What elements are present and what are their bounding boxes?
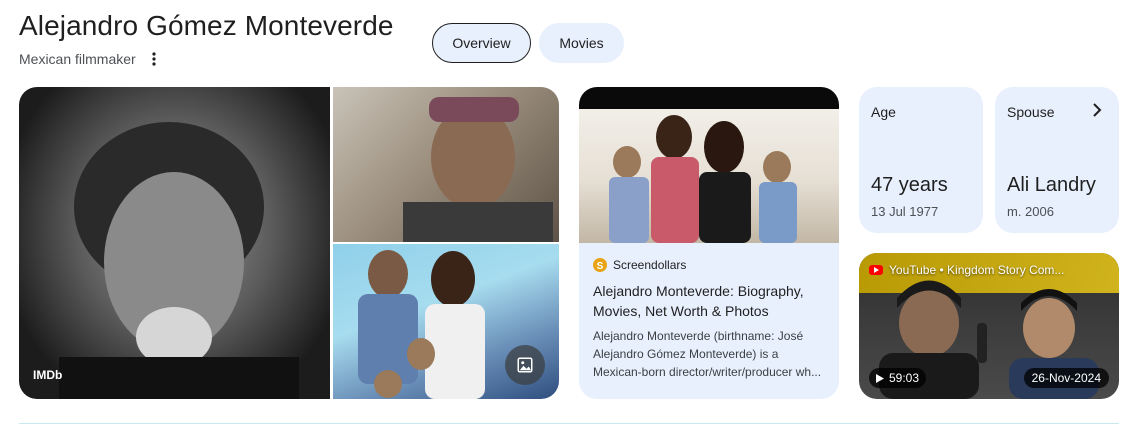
- video-date-badge: 26-Nov-2024: [1023, 368, 1109, 388]
- image-gallery-button[interactable]: [505, 345, 545, 385]
- marriage-year: m. 2006: [1007, 204, 1054, 219]
- section-divider: [19, 423, 1119, 424]
- chevron-right-icon[interactable]: [1091, 102, 1103, 118]
- age-value: 47 years: [871, 174, 948, 196]
- video-card[interactable]: YouTube • Kingdom Story Com... 59:03 26-…: [859, 253, 1119, 399]
- screendollars-icon: S: [593, 258, 607, 272]
- image-source-label: IMDb: [33, 368, 63, 382]
- entity-description: Mexican filmmaker: [19, 51, 136, 67]
- secondary-photo-bottom[interactable]: [333, 244, 559, 399]
- secondary-photo-top[interactable]: [333, 87, 559, 242]
- video-source: YouTube • Kingdom Story Com...: [889, 263, 1065, 277]
- age-fact-card[interactable]: Age 47 years 13 Jul 1977: [859, 87, 983, 233]
- spouse-fact-card[interactable]: Spouse Ali Landry m. 2006: [995, 87, 1119, 233]
- play-icon: [876, 373, 884, 383]
- article-photo: [609, 115, 797, 243]
- age-label: Age: [871, 104, 896, 120]
- more-vert-icon[interactable]: [146, 50, 162, 68]
- spouse-value: Ali Landry: [1007, 174, 1096, 196]
- tab-movies[interactable]: Movies: [539, 23, 624, 63]
- video-duration-badge: 59:03: [869, 368, 927, 388]
- article-source-name: Screendollars: [613, 258, 687, 272]
- article-thumbnail: [579, 87, 839, 243]
- portrait-silhouette: [59, 122, 299, 399]
- article-title[interactable]: Alejandro Monteverde: Biography, Movies,…: [593, 281, 829, 321]
- tab-overview[interactable]: Overview: [432, 23, 531, 63]
- youtube-icon: [869, 265, 883, 275]
- knowledge-panel-title: Alejandro Gómez Monteverde: [19, 10, 394, 41]
- article-snippet: Alejandro Monteverde (birthname: José Al…: [593, 329, 822, 379]
- video-source-row: YouTube • Kingdom Story Com...: [869, 263, 1064, 277]
- spouse-label: Spouse: [1007, 104, 1055, 120]
- article-source: S Screendollars: [593, 258, 686, 272]
- birth-date: 13 Jul 1977: [871, 204, 939, 219]
- video-date: 26-Nov-2024: [1031, 371, 1101, 385]
- svg-text:S: S: [597, 261, 604, 272]
- video-duration: 59:03: [889, 371, 920, 385]
- article-card[interactable]: S Screendollars Alejandro Monteverde: Bi…: [579, 87, 839, 399]
- main-portrait-image[interactable]: IMDb: [19, 87, 330, 399]
- image-icon: [517, 357, 533, 373]
- photo-figure: [403, 97, 553, 242]
- subtitle-row: Mexican filmmaker: [19, 50, 162, 68]
